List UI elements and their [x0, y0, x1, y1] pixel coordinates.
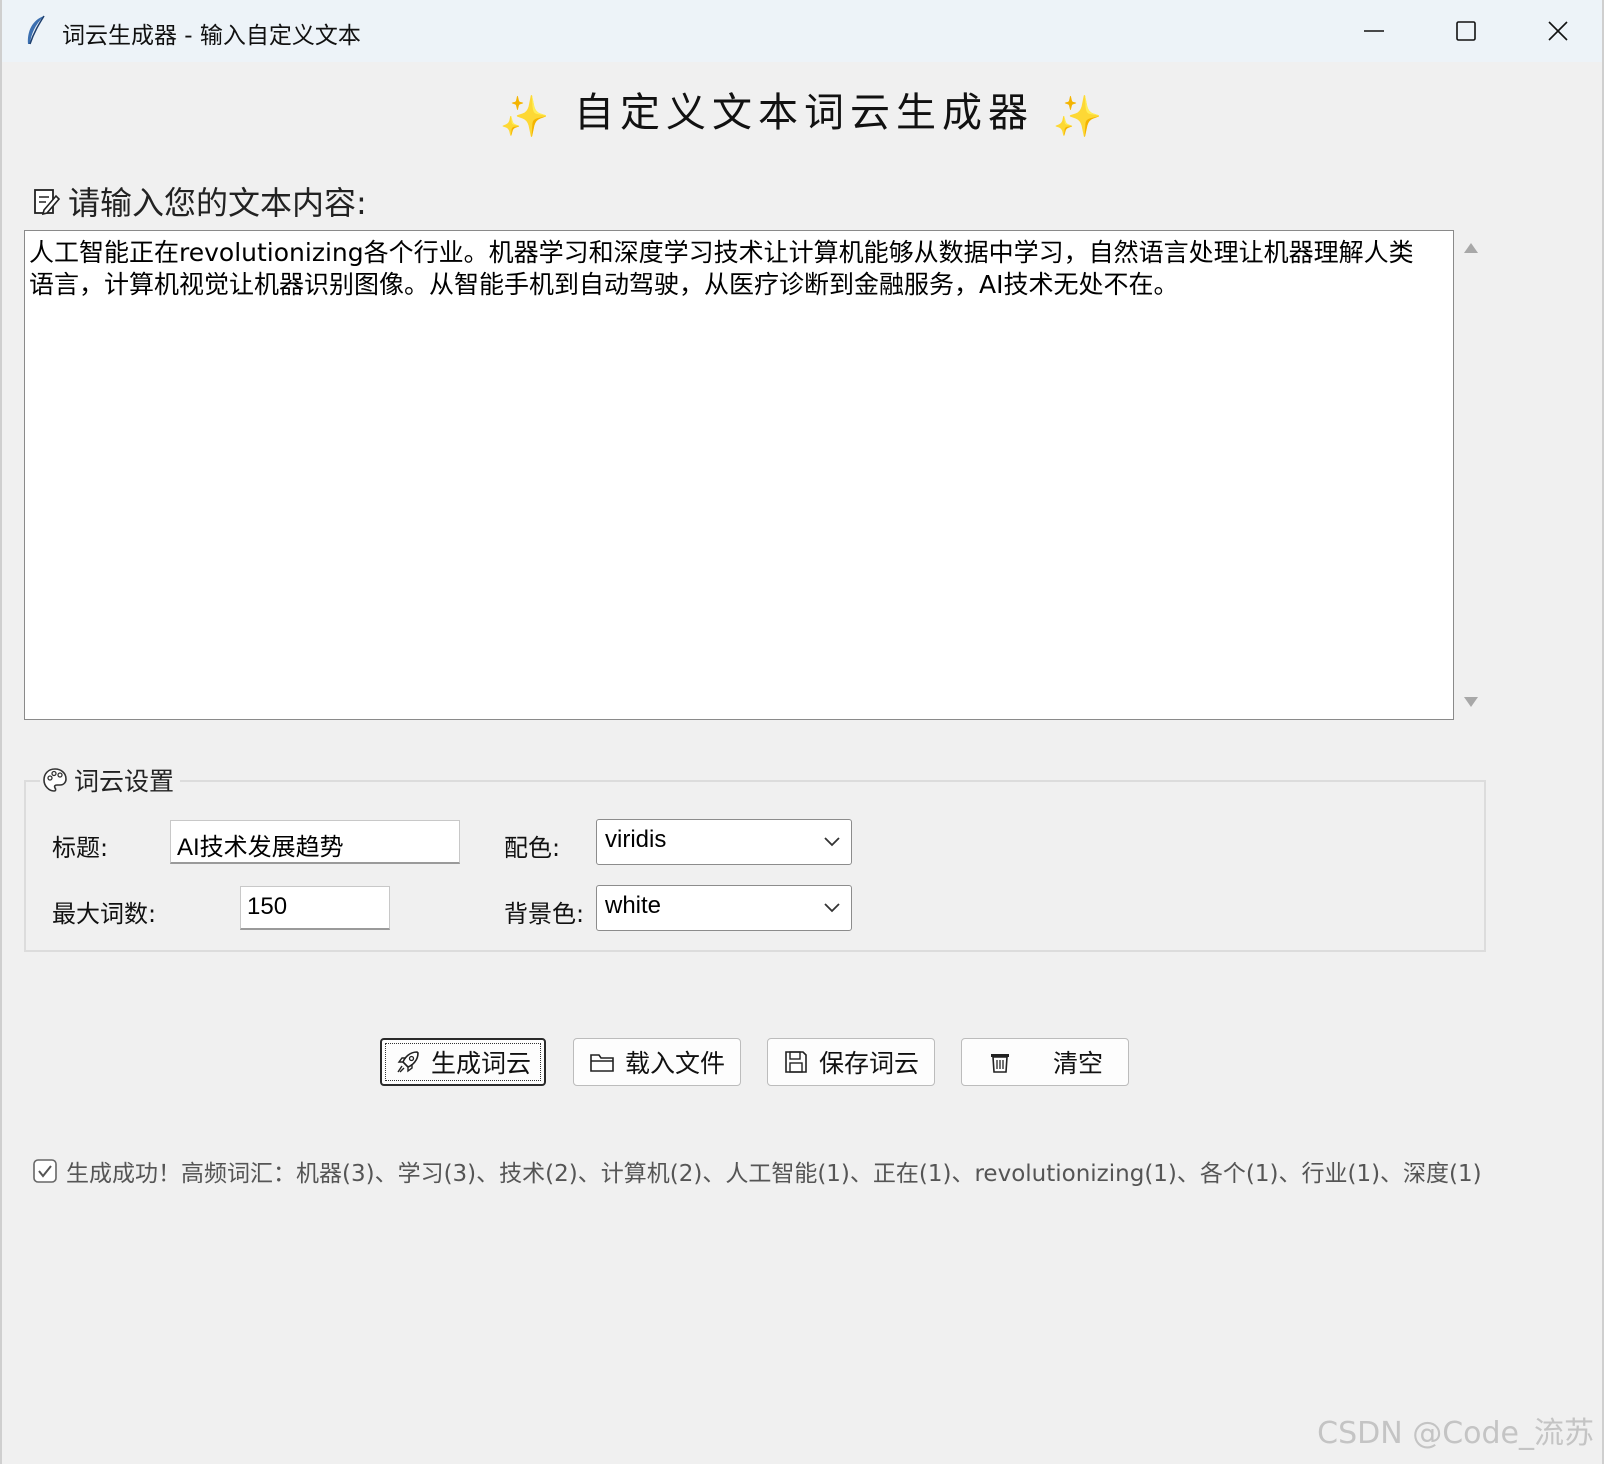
maximize-icon [1456, 21, 1476, 41]
settings-legend: 词云设置 [40, 762, 181, 798]
status-bar: 生成成功！高频词汇：机器(3)、学习(3)、技术(2)、计算机(2)、人工智能(… [32, 1154, 1482, 1188]
minimize-icon [1364, 30, 1384, 32]
clear-button[interactable]: 清空 [961, 1038, 1129, 1086]
minimize-button[interactable] [1328, 0, 1420, 62]
chevron-down-icon [824, 837, 840, 847]
folder-icon [590, 1054, 614, 1072]
colormap-select[interactable]: viridis [596, 819, 852, 865]
save-wordcloud-button[interactable]: 保存词云 [767, 1038, 935, 1086]
window-title: 词云生成器 - 输入自定义文本 [62, 23, 361, 49]
sparkle-icon: ✨ [1052, 93, 1109, 140]
background-color-label: 背景色: [504, 900, 585, 928]
text-input-area[interactable]: 人工智能正在revolutionizing各个行业。机器学习和深度学习技术让计算… [24, 230, 1454, 720]
memo-icon [34, 189, 60, 216]
maximize-button[interactable] [1420, 0, 1512, 62]
close-icon [1548, 21, 1568, 41]
watermark: CSDN @Code_流苏 [1317, 1416, 1594, 1451]
palette-icon [43, 768, 67, 792]
background-color-select-value: white [605, 892, 662, 919]
check-box-icon [33, 1159, 57, 1183]
generate-wordcloud-button[interactable]: 生成词云 [380, 1038, 546, 1086]
app-window: 词云生成器 - 输入自定义文本 ✨ 自定义文本词云生成器 ✨ 请输入您的文本内容… [0, 0, 1604, 1464]
colormap-label: 配色: [504, 834, 561, 862]
text-input-label: 请输入您的文本内容: [68, 184, 367, 222]
text-input-label-row: 请输入您的文本内容: [32, 178, 367, 224]
status-message: 生成成功！高频词汇：机器(3)、学习(3)、技术(2)、计算机(2)、人工智能(… [66, 1161, 1482, 1187]
generate-wordcloud-label: 生成词云 [430, 1049, 531, 1078]
floppy-disk-icon [785, 1051, 807, 1073]
page-title: ✨ 自定义文本词云生成器 ✨ [2, 80, 1604, 140]
max-words-label: 最大词数: [52, 900, 157, 928]
sparkle-icon: ✨ [499, 93, 556, 140]
chevron-down-icon [824, 903, 840, 913]
scroll-up-arrow-icon[interactable] [1463, 242, 1479, 254]
load-file-label: 载入文件 [624, 1049, 725, 1078]
clear-label: 清空 [1052, 1049, 1103, 1078]
load-file-button[interactable]: 载入文件 [573, 1038, 741, 1086]
scroll-down-arrow-icon[interactable] [1463, 696, 1479, 708]
background-color-select[interactable]: white [596, 885, 852, 931]
text-scrollbar[interactable] [1454, 230, 1488, 720]
save-wordcloud-label: 保存词云 [818, 1049, 919, 1078]
trash-can-icon [990, 1054, 1009, 1073]
title-label: 标题: [52, 834, 109, 862]
close-button[interactable] [1512, 0, 1604, 62]
settings-legend-text: 词云设置 [74, 767, 175, 796]
page-title-text: 自定义文本词云生成器 [574, 90, 1034, 136]
colormap-select-value: viridis [605, 826, 667, 853]
title-bar: 词云生成器 - 输入自定义文本 [2, 0, 1602, 62]
feather-icon [27, 15, 45, 45]
max-words-input[interactable]: 150 [240, 886, 390, 930]
title-input[interactable]: AI技术发展趋势 [170, 820, 460, 864]
rocket-icon [397, 1051, 419, 1073]
